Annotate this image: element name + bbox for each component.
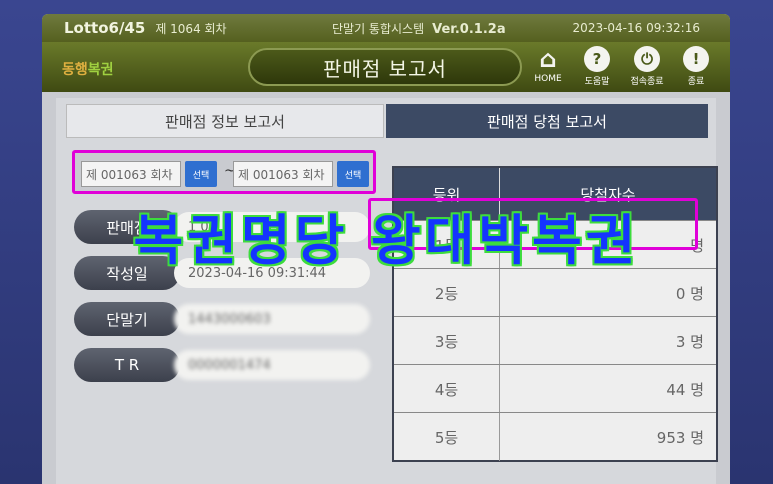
info-row-terminal: 단말기 1443000603	[74, 302, 374, 336]
rank-cell: 5등	[394, 413, 500, 461]
exit-button[interactable]: ! 종료	[676, 46, 716, 88]
count-cell: 44 명	[666, 380, 704, 399]
home-label: HOME	[534, 74, 562, 84]
info-label: 단말기	[74, 302, 180, 336]
rank-cell: 2등	[394, 269, 500, 317]
rank-cell: 3등	[394, 317, 500, 365]
report-content: 판매점 정보 보고서 판매점 당첨 보고서 제 001063 회차 선택 ~ 제…	[56, 98, 718, 484]
rank-cell: 4등	[394, 365, 500, 413]
header: 동행복권 판매점 보고서 ⌂ HOME ? 도움말 ⏻ 접속종료 ! 종료	[42, 42, 730, 92]
watermark-overlay-text: 복권명당 왕대박복권	[133, 208, 640, 272]
round-from-input[interactable]: 제 001063 회차	[81, 161, 181, 187]
exit-label: 종료	[687, 77, 705, 87]
info-label: T R	[74, 348, 180, 382]
system-name: 단말기 통합시스템 Ver.0.1.2a	[332, 20, 506, 37]
table-row: 3등 3 명	[394, 316, 716, 365]
page-title: 판매점 보고서	[248, 48, 522, 86]
help-label: 도움말	[584, 77, 610, 87]
table-row: 2등 0 명	[394, 268, 716, 317]
table-row: 5등 953 명	[394, 412, 716, 461]
current-round: 제 1064 회차	[155, 21, 227, 36]
info-value: 1443000603	[174, 304, 370, 334]
count-cell: 0 명	[675, 284, 704, 303]
round-to-input[interactable]: 제 001063 회차	[233, 161, 333, 187]
system-label: 단말기 통합시스템	[332, 21, 425, 36]
game-name: Lotto6/45	[64, 19, 146, 37]
tab-store-info[interactable]: 판매점 정보 보고서	[66, 104, 384, 138]
datetime: 2023-04-16 09:32:16	[572, 21, 700, 35]
exit-icon: !	[683, 46, 709, 72]
table-row: 4등 44 명	[394, 364, 716, 413]
logo-text-a: 동행	[62, 62, 88, 78]
round-from-select-button[interactable]: 선택	[185, 161, 217, 187]
round-selector: 제 001063 회차 선택 ~ 제 001063 회차 선택	[72, 150, 376, 194]
logout-label: 접속종료	[630, 77, 664, 87]
count-cell: 953 명	[656, 428, 704, 447]
status-bar: Lotto6/45 제 1064 회차 단말기 통합시스템 Ver.0.1.2a …	[42, 14, 730, 42]
tab-store-winning[interactable]: 판매점 당첨 보고서	[386, 104, 708, 138]
info-value: 0000001474	[174, 350, 370, 380]
home-icon: ⌂	[539, 45, 557, 73]
home-button[interactable]: ⌂ HOME	[528, 45, 568, 88]
logo: 동행복권	[62, 59, 114, 79]
info-row-tr: T R 0000001474	[74, 348, 374, 382]
help-icon: ?	[584, 46, 610, 72]
round-to-select-button[interactable]: 선택	[337, 161, 369, 187]
version-label: Ver.0.1.2a	[432, 21, 506, 37]
count-cell: 3 명	[675, 332, 704, 351]
help-button[interactable]: ? 도움말	[577, 46, 617, 88]
power-icon: ⏻	[634, 46, 660, 72]
logout-button[interactable]: ⏻ 접속종료	[627, 46, 667, 88]
logo-text-b: 복권	[87, 62, 114, 78]
